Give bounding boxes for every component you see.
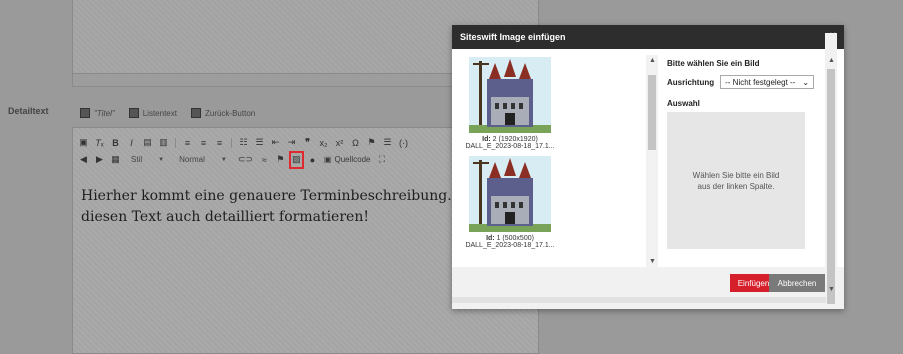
blockquote-icon[interactable]: ❞ bbox=[303, 137, 312, 149]
castle-image-icon bbox=[469, 57, 551, 133]
source-button[interactable]: ▣ Quellcode bbox=[324, 155, 371, 164]
chip-zurueck-button[interactable]: Zurück-Button bbox=[190, 108, 256, 118]
image-list-item[interactable]: Id: 1 (500x500) DALL_E_2023-08-18_17.1..… bbox=[460, 156, 560, 249]
style-dropdown-label: Stil bbox=[131, 155, 143, 164]
align-center-icon[interactable]: ≡ bbox=[199, 137, 208, 149]
format-dropdown-label: Normal bbox=[179, 155, 205, 164]
dialog-bottom-bar bbox=[452, 297, 826, 303]
insert-image-icon[interactable]: ▨ bbox=[288, 150, 304, 169]
scroll-up-icon[interactable]: ▲ bbox=[828, 57, 835, 64]
align-left-icon[interactable]: ≡ bbox=[183, 137, 192, 149]
paste-word-icon[interactable]: ▥ bbox=[159, 137, 168, 149]
selection-label: Auswahl bbox=[667, 99, 700, 108]
page-background: Detailtext ◢ "Titel" Listentext Zurück-B… bbox=[0, 0, 903, 354]
chevron-down-icon: ▼ bbox=[220, 156, 227, 163]
italic-icon[interactable]: I bbox=[127, 137, 136, 149]
redo-icon[interactable]: ▶ bbox=[95, 154, 104, 166]
castle-image-icon bbox=[469, 156, 551, 232]
chevron-down-icon: ⌄ bbox=[802, 77, 810, 87]
image-insert-dialog: Siteswift Image einfügen × bbox=[452, 25, 844, 309]
cancel-button[interactable]: Abbrechen bbox=[769, 274, 825, 292]
scroll-up-icon[interactable]: ▲ bbox=[649, 57, 656, 64]
anchor-flag-icon[interactable]: ⚑ bbox=[367, 137, 376, 149]
image-options-panel: Bitte wählen Sie ein Bild Ausrichtung --… bbox=[667, 59, 825, 249]
dialog-title: Siteswift Image einfügen bbox=[460, 32, 566, 42]
style-dropdown[interactable]: Stil ▼ bbox=[127, 155, 168, 164]
scrollbar-thumb[interactable] bbox=[827, 69, 835, 304]
dialog-body: Id: 2 (1920x1920) DALL_E_2023-08-18_17.1… bbox=[452, 49, 844, 267]
scroll-down-icon[interactable]: ▼ bbox=[828, 286, 835, 293]
alignment-label: Ausrichtung bbox=[667, 77, 715, 87]
alignment-select-value: -- Nicht festgelegt -- bbox=[725, 77, 796, 87]
image-id-label: Id: bbox=[486, 235, 495, 242]
select-image-heading: Bitte wählen Sie ein Bild bbox=[667, 59, 760, 68]
image-filename: DALL_E_2023-08-18_17.1... bbox=[465, 242, 555, 249]
image-thumbnail[interactable] bbox=[469, 57, 551, 133]
image-list-item[interactable]: Id: 2 (1920x1920) DALL_E_2023-08-18_17.1… bbox=[460, 57, 560, 150]
toolbar-separator bbox=[231, 137, 232, 148]
save-icon[interactable]: ▣ bbox=[79, 137, 88, 149]
source-icon: ▣ bbox=[323, 155, 332, 164]
image-id-value: 1 (500x500) bbox=[496, 235, 534, 242]
chip-icon bbox=[80, 108, 90, 118]
preview-hint-text: Wählen Sie bitte ein Bild aus der linken… bbox=[692, 170, 780, 191]
alignment-select[interactable]: -- Nicht festgelegt -- ⌄ bbox=[720, 75, 815, 89]
clear-format-icon[interactable]: Tₓ bbox=[95, 137, 104, 149]
table-icon[interactable]: ▦ bbox=[111, 154, 120, 166]
dialog-footer: Einfügen Abbrechen bbox=[452, 267, 826, 295]
chip-listentext-label: Listentext bbox=[142, 108, 177, 118]
special-char-icon[interactable]: Ω bbox=[351, 137, 360, 149]
numbered-list-icon[interactable]: ☰ bbox=[255, 137, 264, 149]
format-dropdown[interactable]: Normal ▼ bbox=[175, 155, 231, 164]
image-id-line: Id: 2 (1920x1920) bbox=[460, 136, 560, 143]
image-thumbnail[interactable] bbox=[469, 156, 551, 232]
image-id-line: Id: 1 (500x500) bbox=[460, 235, 560, 242]
dialog-header: Siteswift Image einfügen × bbox=[452, 25, 844, 49]
image-id-label: Id: bbox=[482, 136, 491, 143]
toolbar-separator bbox=[175, 137, 176, 148]
detailtext-label: Detailtext bbox=[8, 106, 49, 116]
paste-text-icon[interactable]: ▤ bbox=[143, 137, 152, 149]
chip-icon bbox=[190, 108, 201, 118]
alignment-row: Ausrichtung -- Nicht festgelegt -- ⌄ bbox=[667, 75, 825, 89]
outdent-icon[interactable]: ⇤ bbox=[271, 137, 280, 149]
image-preview-area: Wählen Sie bitte ein Bild aus der linken… bbox=[667, 112, 805, 249]
link-icon[interactable]: ⊂⊃ bbox=[238, 154, 253, 166]
placeholder-icon[interactable]: (·) bbox=[399, 137, 408, 149]
globe-icon[interactable]: ● bbox=[308, 154, 317, 166]
image-list-scrollbar[interactable]: ▲ ▼ bbox=[646, 55, 658, 267]
bold-icon[interactable]: B bbox=[111, 137, 120, 149]
chip-titel[interactable]: "Titel" bbox=[80, 108, 115, 118]
subscript-icon[interactable]: x₂ bbox=[319, 137, 328, 149]
chip-titel-label: "Titel" bbox=[94, 108, 115, 118]
chip-zurueck-label: Zurück-Button bbox=[204, 108, 256, 118]
chip-icon bbox=[128, 108, 139, 118]
align-right-icon[interactable]: ≡ bbox=[215, 137, 224, 149]
unlink-icon[interactable]: ≈ bbox=[260, 154, 269, 166]
image-list[interactable]: Id: 2 (1920x1920) DALL_E_2023-08-18_17.1… bbox=[460, 55, 650, 267]
indent-icon[interactable]: ⇥ bbox=[287, 137, 296, 149]
scroll-down-icon[interactable]: ▼ bbox=[649, 258, 656, 265]
chip-listentext[interactable]: Listentext bbox=[128, 108, 177, 118]
maximize-icon[interactable]: ⛶ bbox=[378, 154, 387, 166]
source-label: Quellcode bbox=[334, 155, 371, 164]
placeholder-chips: "Titel" Listentext Zurück-Button bbox=[80, 108, 255, 118]
dialog-scrollbar[interactable]: ▲ ▼ bbox=[825, 33, 837, 304]
scrollbar-thumb[interactable] bbox=[648, 75, 656, 150]
horizontal-line-icon[interactable]: ☰ bbox=[383, 137, 392, 149]
flag-icon[interactable]: ⚑ bbox=[276, 154, 285, 166]
image-id-value: 2 (1920x1920) bbox=[492, 136, 538, 143]
undo-icon[interactable]: ◀ bbox=[79, 154, 88, 166]
chevron-down-icon: ▼ bbox=[158, 156, 165, 163]
superscript-icon[interactable]: x² bbox=[335, 137, 344, 149]
bulleted-list-icon[interactable]: ☷ bbox=[239, 137, 248, 149]
image-filename: DALL_E_2023-08-18_17.1... bbox=[465, 143, 555, 150]
